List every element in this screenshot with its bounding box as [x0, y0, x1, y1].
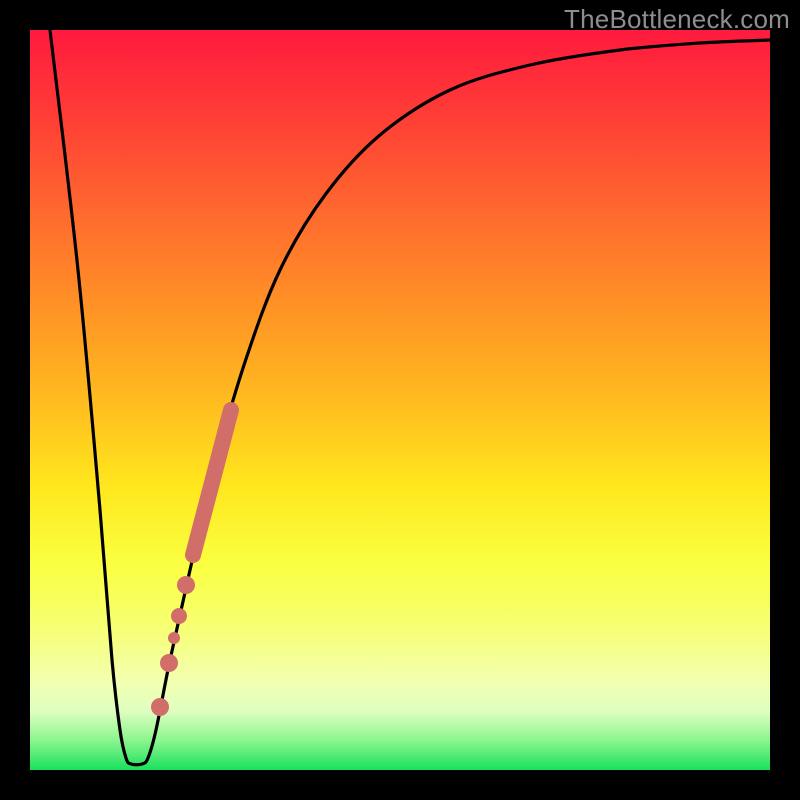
attribution-label: TheBottleneck.com: [564, 4, 790, 35]
highlight-dot: [160, 654, 178, 672]
chart-svg: [30, 30, 770, 770]
highlight-dot: [171, 608, 187, 624]
bottleneck-chart: TheBottleneck.com: [0, 0, 800, 800]
highlight-dot: [177, 576, 195, 594]
highlight-segment: [193, 410, 231, 555]
y-axis: [26, 30, 30, 770]
highlight-dot: [168, 632, 180, 644]
highlight-dot: [151, 698, 169, 716]
x-axis: [30, 770, 770, 774]
bottleneck-curve-line: [50, 30, 770, 765]
